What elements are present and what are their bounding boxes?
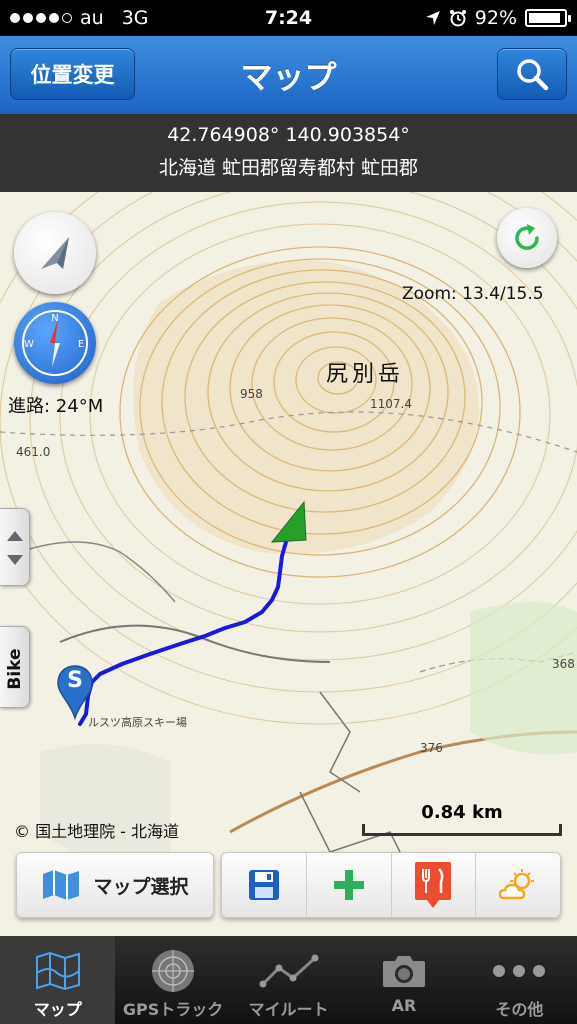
address-text: 北海道 虻田郡留寿都村 虻田郡	[158, 157, 419, 179]
direction-arrow-icon	[270, 500, 307, 543]
more-icon	[493, 965, 546, 977]
alarm-icon	[449, 10, 466, 27]
battery-percent: 92%	[474, 7, 517, 29]
save-button[interactable]	[222, 853, 306, 917]
tab-label: GPSトラック	[122, 1000, 224, 1019]
svg-text:W: W	[24, 339, 34, 350]
tab-label: マイルート	[248, 1000, 329, 1019]
start-marker[interactable]: S	[56, 664, 94, 720]
tab-bar: マップ GPSトラック マイルート AR その他	[0, 936, 577, 1024]
add-button[interactable]	[307, 853, 390, 917]
zoom-label: Zoom: 13.4/15.5	[402, 284, 544, 304]
status-right: 92%	[425, 7, 571, 29]
map-attribution: © 国土地理院 - 北海道	[14, 822, 180, 841]
compass-button[interactable]: N W E	[14, 302, 96, 384]
tab-label: AR	[391, 996, 417, 1015]
map-view[interactable]: 958 1107.4 376 368 461.0 ルスツ高原スキー場 尻別岳 S…	[0, 192, 577, 936]
weather-button[interactable]	[476, 853, 560, 917]
scale-bar: 0.84 km	[362, 802, 562, 836]
location-arrow-icon	[41, 237, 69, 269]
tab-my-route[interactable]: マイルート	[231, 936, 346, 1024]
restaurant-button[interactable]	[391, 853, 474, 917]
tab-more[interactable]: その他	[462, 936, 577, 1024]
zoom-stepper-tab[interactable]	[0, 508, 30, 586]
location-arrow-icon	[425, 11, 440, 25]
refresh-button[interactable]	[497, 208, 557, 268]
start-marker-label: S	[67, 668, 83, 693]
tab-ar[interactable]: AR	[346, 936, 461, 1024]
compass-icon: N W E	[22, 310, 88, 376]
restaurant-icon	[415, 862, 452, 908]
map-icon	[35, 951, 80, 991]
save-icon	[249, 870, 280, 900]
map-select-group: マップ選択	[16, 852, 214, 918]
svg-text:N: N	[51, 313, 58, 324]
refresh-icon	[515, 224, 539, 250]
navigation-bar: 位置変更 マップ	[0, 36, 577, 114]
add-icon	[333, 870, 364, 900]
status-bar: au 3G 7:24 92%	[0, 0, 577, 36]
tab-label: その他	[495, 1000, 544, 1019]
page-title: マップ	[240, 58, 337, 96]
battery-icon	[525, 9, 571, 27]
scale-line	[362, 824, 562, 836]
map-icon	[43, 870, 80, 900]
bike-tab-label: Bike	[5, 648, 25, 690]
scale-label: 0.84 km	[421, 802, 503, 823]
tab-gps-track[interactable]: GPSトラック	[115, 936, 230, 1024]
locate-me-button[interactable]	[14, 212, 96, 294]
search-icon	[517, 59, 549, 91]
camera-icon	[382, 956, 425, 987]
map-select-button[interactable]: マップ選択	[17, 853, 213, 917]
svg-text:E: E	[78, 339, 84, 350]
search-button[interactable]	[497, 48, 567, 100]
coordinates-text: 42.764908° 140.903854°	[167, 124, 410, 146]
bike-mode-tab[interactable]: Bike	[0, 626, 30, 708]
tab-label: マップ	[33, 1000, 82, 1019]
heading-label: 進路: 24°M	[8, 396, 104, 417]
action-toolbar	[221, 852, 561, 918]
weather-icon	[498, 869, 534, 900]
map-select-label: マップ選択	[93, 875, 189, 898]
tab-map[interactable]: マップ	[0, 936, 116, 1024]
route-icon	[259, 954, 319, 988]
radar-icon	[152, 950, 195, 992]
up-down-arrows-icon	[7, 531, 23, 565]
location-info-bar: 42.764908° 140.903854° 北海道 虻田郡留寿都村 虻田郡	[0, 114, 577, 192]
